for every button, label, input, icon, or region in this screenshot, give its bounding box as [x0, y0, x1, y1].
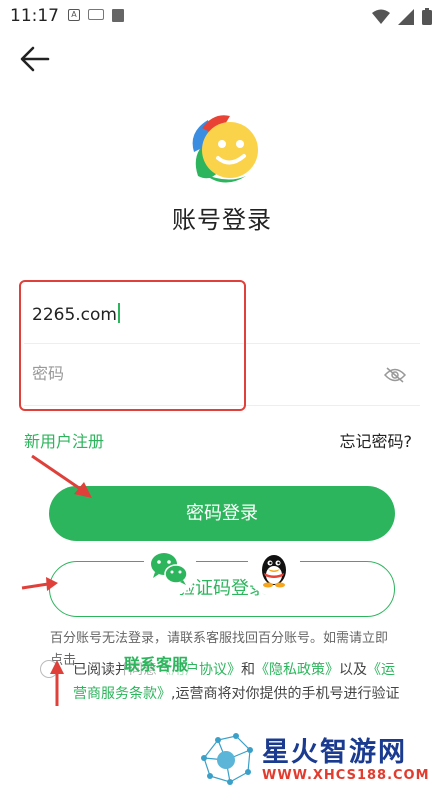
agreement-text: 已阅读并同意《用户协议》和《隐私政策》以及《运营商服务条款》,运营商将对你提供的…: [73, 658, 403, 706]
register-link[interactable]: 新用户注册: [24, 428, 104, 452]
qq-icon: [247, 542, 301, 596]
agreement-suffix: ,运营商将对你提供的手机号进行验证: [171, 686, 400, 702]
text-cursor: [117, 303, 120, 323]
wechat-icon: [143, 542, 197, 596]
privacy-policy-link[interactable]: 《隐私政策》: [255, 662, 339, 678]
status-system-icons: [372, 8, 432, 25]
forgot-password-link[interactable]: 忘记密码?: [340, 428, 413, 452]
account-field[interactable]: 2265.com: [24, 286, 420, 344]
sms-login-button[interactable]: 验证码登录: [49, 561, 395, 617]
status-notification-icons: A: [68, 9, 124, 22]
site-watermark: 星火智游网 WWW.XHCS188.COM: [196, 728, 444, 789]
sim-card-icon: [112, 9, 124, 22]
back-arrow-icon: [20, 46, 50, 72]
wifi-icon: [372, 9, 390, 24]
keyboard-icon: [88, 9, 104, 20]
watermark-title: 星火智游网: [262, 737, 407, 768]
input-method-icon: A: [68, 9, 80, 21]
battery-icon: [422, 8, 432, 25]
watermark-url: WWW.XHCS188.COM: [262, 768, 430, 783]
agreement-and: 和: [241, 662, 255, 678]
page-title: 账号登录: [172, 206, 272, 234]
qq-login-button[interactable]: [247, 542, 301, 596]
password-input[interactable]: [32, 364, 352, 383]
status-time: 11:17: [10, 6, 59, 26]
signal-icon: [398, 8, 414, 25]
wechat-login-button[interactable]: [143, 542, 197, 596]
password-login-button[interactable]: 密码登录: [49, 486, 395, 541]
app-logo: [184, 112, 260, 192]
network-logo-icon: [201, 733, 253, 785]
password-field[interactable]: [24, 346, 420, 406]
agreement-and-2: 以及: [339, 662, 367, 678]
contact-support-link[interactable]: 联系客服: [124, 651, 189, 675]
eye-off-icon[interactable]: [384, 366, 406, 384]
back-button[interactable]: [18, 44, 52, 74]
status-bar: 11:17 A: [0, 0, 444, 32]
account-input[interactable]: 2265.com: [32, 303, 120, 325]
agreement-checkbox[interactable]: [40, 660, 58, 678]
account-value: 2265.com: [32, 305, 117, 325]
